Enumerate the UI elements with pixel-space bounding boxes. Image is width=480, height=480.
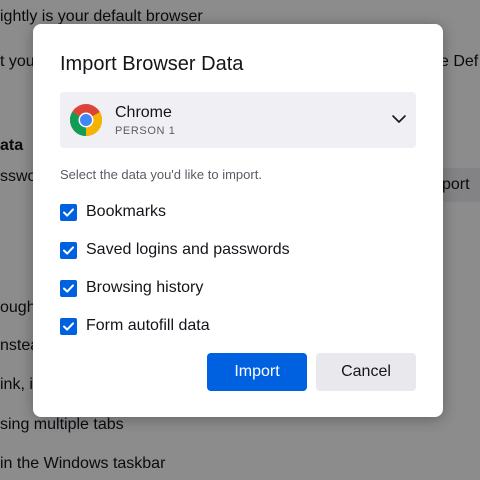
- cancel-button[interactable]: Cancel: [316, 353, 416, 391]
- checkmark-icon: [63, 207, 74, 217]
- checkmark-icon: [63, 283, 74, 293]
- browsing-history-checkbox[interactable]: [60, 279, 77, 297]
- dialog-title: Import Browser Data: [60, 53, 244, 75]
- chevron-down-icon: [392, 115, 406, 123]
- import-button[interactable]: Import: [207, 353, 307, 391]
- import-hint: Select the data you'd like to import.: [60, 167, 262, 182]
- option-browsing-history[interactable]: Browsing history: [60, 277, 203, 299]
- option-bookmarks[interactable]: Bookmarks: [60, 201, 166, 223]
- browser-profile-select[interactable]: Chrome PERSON 1: [60, 92, 416, 148]
- browser-name: Chrome: [115, 104, 172, 121]
- logins-passwords-label: Saved logins and passwords: [86, 241, 290, 258]
- browsing-history-label: Browsing history: [86, 279, 204, 296]
- logins-passwords-checkbox[interactable]: [60, 241, 77, 259]
- bookmarks-checkbox[interactable]: [60, 203, 77, 221]
- form-autofill-label: Form autofill data: [86, 317, 210, 334]
- checkmark-icon: [63, 321, 74, 331]
- chrome-icon: [69, 104, 103, 136]
- form-autofill-checkbox[interactable]: [60, 317, 77, 335]
- option-form-autofill[interactable]: Form autofill data: [60, 315, 210, 337]
- checkmark-icon: [63, 245, 74, 255]
- profile-name: PERSON 1: [115, 125, 176, 137]
- bookmarks-label: Bookmarks: [86, 203, 167, 220]
- option-logins-passwords[interactable]: Saved logins and passwords: [60, 239, 290, 261]
- import-browser-data-dialog: Import Browser Data Chrome PERSON 1 Sele…: [33, 24, 443, 417]
